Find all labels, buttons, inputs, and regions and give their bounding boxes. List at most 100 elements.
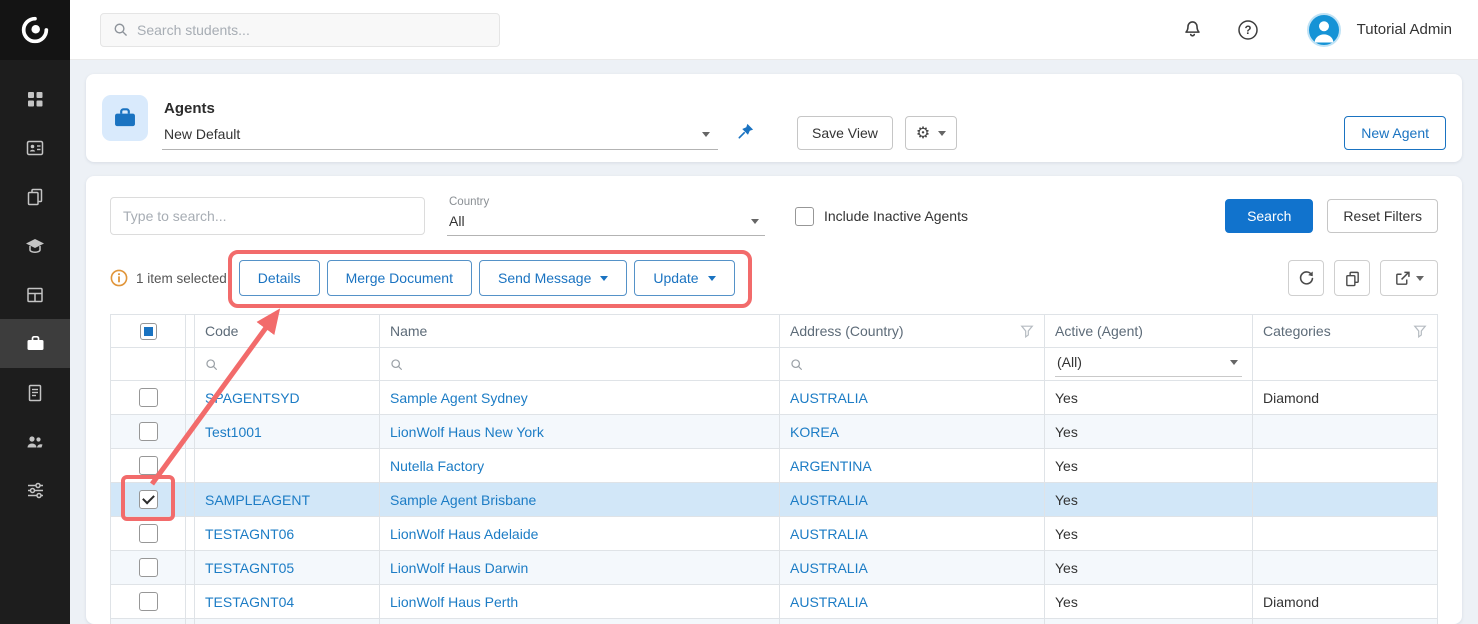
agent-name-link[interactable]: Sample Agent Sydney <box>390 390 528 406</box>
table-row-selected: SAMPLEAGENT Sample Agent Brisbane AUSTRA… <box>111 483 1438 517</box>
filter-funnel-icon[interactable] <box>1020 324 1034 338</box>
agent-name-link[interactable]: LionWolf Haus Adelaide <box>390 526 538 542</box>
agent-categories-value: Diamond <box>1253 381 1438 415</box>
chevron-down-icon <box>1416 276 1424 281</box>
agent-country-link[interactable]: AUSTRALIA <box>790 560 868 576</box>
search-icon <box>390 358 403 371</box>
row-checkbox[interactable] <box>139 456 158 475</box>
agent-country-link[interactable]: AUSTRALIA <box>790 492 868 508</box>
global-search-input[interactable] <box>137 22 487 38</box>
row-checkbox[interactable] <box>139 592 158 611</box>
agent-country-link[interactable]: KOREA <box>790 424 839 440</box>
agent-code-link[interactable]: TESTAGNT06 <box>205 526 294 542</box>
country-select-value: All <box>449 213 465 229</box>
chevron-down-icon <box>1230 360 1238 365</box>
row-checkbox[interactable] <box>139 524 158 543</box>
user-avatar[interactable] <box>1307 13 1341 47</box>
selection-action-buttons: Details Merge Document Send Message Upda… <box>239 260 735 296</box>
include-inactive-checkbox[interactable] <box>795 207 814 226</box>
agent-name-link[interactable]: LionWolf Haus Darwin <box>390 560 528 576</box>
grid-search-input[interactable] <box>110 197 425 235</box>
export-button[interactable] <box>1380 260 1438 296</box>
agent-country-link[interactable]: AUSTRALIA <box>790 390 868 406</box>
sidebar-item-settings[interactable] <box>0 466 70 515</box>
sidebar-item-contacts[interactable] <box>0 123 70 172</box>
help-icon: ? <box>1237 19 1259 41</box>
select-all-checkbox[interactable] <box>140 323 157 340</box>
column-header-categories[interactable]: Categories <box>1253 315 1438 348</box>
topbar-right: ? Tutorial Admin <box>1178 13 1452 47</box>
row-checkbox[interactable] <box>139 422 158 441</box>
view-settings-button[interactable]: ⚙ <box>905 116 957 150</box>
row-checkbox[interactable] <box>139 388 158 407</box>
agent-code-link[interactable]: SPAGENTSYD <box>205 390 300 406</box>
row-checkbox[interactable] <box>139 558 158 577</box>
filter-cell-address[interactable] <box>780 348 1045 381</box>
agent-categories-value <box>1253 483 1438 517</box>
agent-name-link[interactable]: Nutella Factory <box>390 458 484 474</box>
copy-button[interactable] <box>1334 260 1370 296</box>
reset-filters-button[interactable]: Reset Filters <box>1327 199 1438 233</box>
agent-country-link[interactable]: AUSTRALIA <box>790 594 868 610</box>
agent-country-link[interactable]: ARGENTINA <box>790 458 872 474</box>
bell-icon <box>1182 19 1203 40</box>
person-icon <box>1309 15 1339 45</box>
view-selector[interactable]: New Default <box>162 124 718 150</box>
sidebar-item-groups[interactable] <box>0 417 70 466</box>
sidebar-item-agents[interactable] <box>0 319 70 368</box>
agent-categories-value: Diamond <box>1253 585 1438 619</box>
column-header-address[interactable]: Address (Country) <box>780 315 1045 348</box>
active-filter-value: (All) <box>1057 354 1082 370</box>
app-root: ? Tutorial Admin <box>0 0 1478 624</box>
include-inactive-toggle[interactable]: Include Inactive Agents <box>795 207 968 226</box>
module-icon-box <box>102 95 148 141</box>
merge-document-button[interactable]: Merge Document <box>327 260 472 296</box>
details-button[interactable]: Details <box>239 260 320 296</box>
main-area: ? Tutorial Admin <box>70 0 1478 624</box>
save-view-label: Save View <box>812 125 878 141</box>
sidebar-item-education[interactable] <box>0 221 70 270</box>
row-spacer <box>186 551 195 585</box>
filter-cell-spacer <box>186 348 195 381</box>
sidebar-item-documents[interactable] <box>0 172 70 221</box>
agent-code-link[interactable]: SAMPLEAGENT <box>205 492 310 508</box>
table-row-partial <box>111 619 1438 624</box>
column-header-active[interactable]: Active (Agent) <box>1045 315 1253 348</box>
row-checkbox-checked[interactable] <box>139 490 158 509</box>
agent-country-link[interactable]: AUSTRALIA <box>790 526 868 542</box>
country-select[interactable]: Country All <box>447 196 765 236</box>
agent-code-link[interactable]: TESTAGNT05 <box>205 560 294 576</box>
filter-cell-active[interactable]: (All) <box>1045 348 1253 381</box>
agent-name-link[interactable]: LionWolf Haus Perth <box>390 594 518 610</box>
svg-text:?: ? <box>1244 25 1251 37</box>
search-button[interactable]: Search <box>1225 199 1313 233</box>
filter-cell-code[interactable] <box>195 348 380 381</box>
agent-code-link[interactable]: TESTAGNT04 <box>205 594 294 610</box>
column-header-name[interactable]: Name <box>380 315 780 348</box>
agent-code-link[interactable]: Test1001 <box>205 424 262 440</box>
education-icon <box>24 235 46 257</box>
help-button[interactable]: ? <box>1233 15 1263 45</box>
agent-name-link[interactable]: Sample Agent Brisbane <box>390 492 536 508</box>
agent-name-link[interactable]: LionWolf Haus New York <box>390 424 544 440</box>
save-view-button[interactable]: Save View <box>797 116 893 150</box>
column-header-code[interactable]: Code <box>195 315 380 348</box>
new-agent-button[interactable]: New Agent <box>1344 116 1446 150</box>
info-icon <box>110 269 128 287</box>
pin-view-button[interactable] <box>736 122 755 144</box>
send-message-button[interactable]: Send Message <box>479 260 627 296</box>
sidebar-item-modules[interactable] <box>0 270 70 319</box>
refresh-button[interactable] <box>1288 260 1324 296</box>
update-button[interactable]: Update <box>634 260 734 296</box>
agent-active-value: Yes <box>1045 517 1253 551</box>
global-search <box>100 13 500 47</box>
notifications-button[interactable] <box>1178 15 1207 44</box>
filter-cell-categories[interactable] <box>1253 348 1438 381</box>
filter-cell-name[interactable] <box>380 348 780 381</box>
sidebar-item-invoices[interactable] <box>0 368 70 417</box>
chevron-down-icon <box>938 131 946 136</box>
filter-funnel-icon[interactable] <box>1413 324 1427 338</box>
sidebar-item-dashboard[interactable] <box>0 74 70 123</box>
gear-icon: ⚙ <box>916 125 930 141</box>
search-icon <box>113 22 128 37</box>
